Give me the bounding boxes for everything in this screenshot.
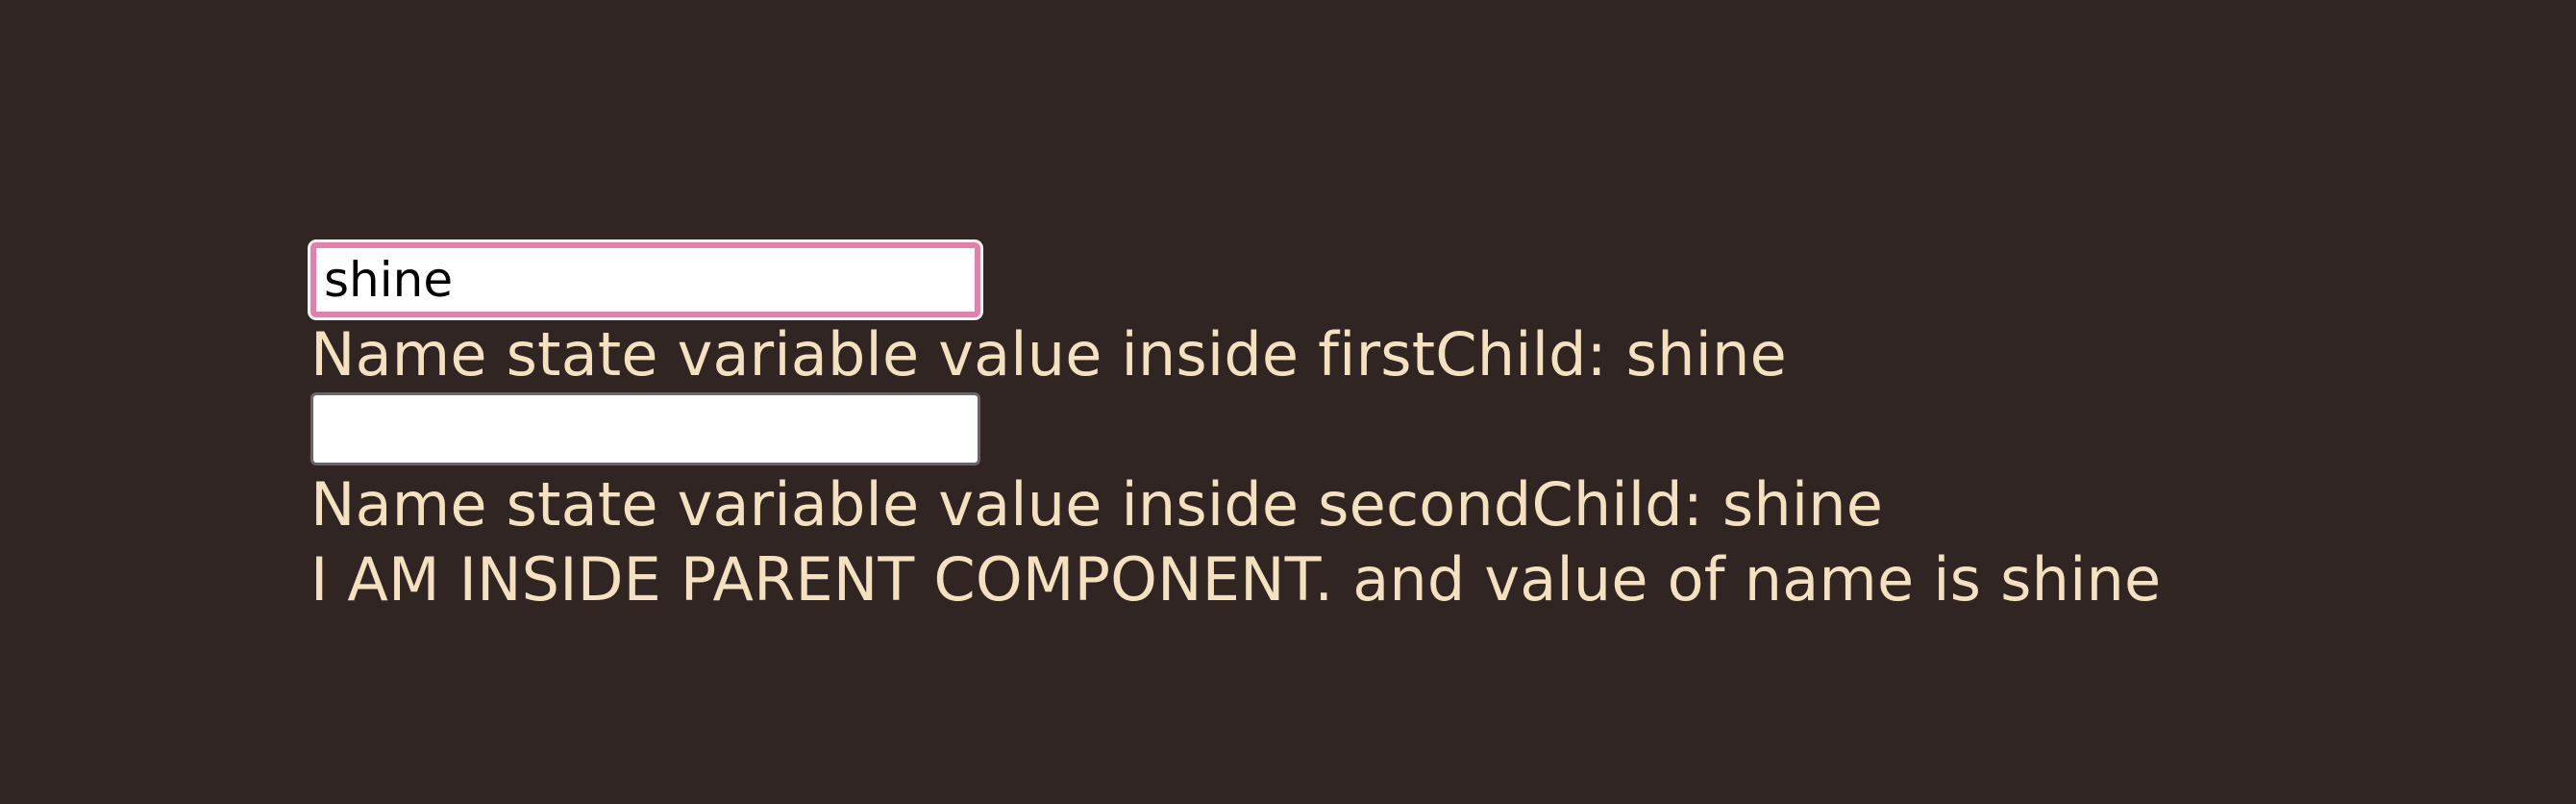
first-child-name-input[interactable] — [310, 242, 980, 317]
second-child-state-text: Name state variable value inside secondC… — [310, 469, 1884, 540]
app-root: Name state variable value inside firstCh… — [310, 242, 2329, 617]
parent-component-text: I AM INSIDE PARENT COMPONENT. and value … — [310, 544, 2162, 615]
first-child-state-text: Name state variable value inside firstCh… — [310, 319, 1787, 389]
second-child-name-input[interactable] — [310, 392, 980, 465]
